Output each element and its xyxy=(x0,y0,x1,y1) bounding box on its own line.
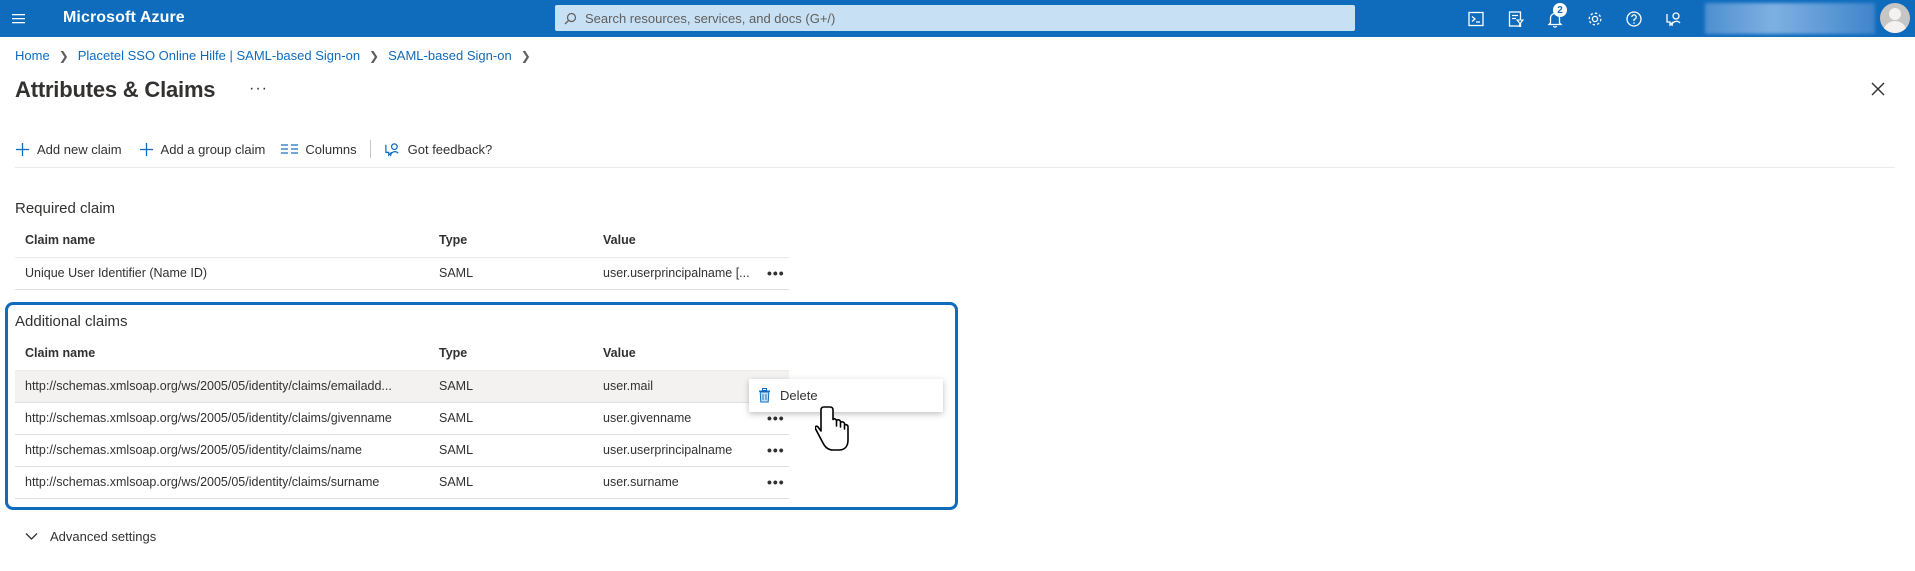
delete-label: Delete xyxy=(780,388,818,403)
claim-type-cell: SAML xyxy=(429,370,593,403)
plus-icon xyxy=(139,142,153,156)
toolbar-separator xyxy=(15,167,1895,168)
add-group-claim-label: Add a group claim xyxy=(160,141,266,157)
add-new-claim-button[interactable]: Add new claim xyxy=(15,142,122,157)
table-header-row: Claim name Type Value xyxy=(15,224,789,258)
required-claim-title: Required claim xyxy=(15,200,116,217)
feedback-label: Got feedback? xyxy=(407,141,493,157)
table-row[interactable]: http://schemas.xmlsoap.org/ws/2005/05/id… xyxy=(15,370,789,403)
close-icon[interactable] xyxy=(1869,80,1887,98)
cloud-shell-icon[interactable] xyxy=(1465,8,1487,30)
table-header-row: Claim name Type Value xyxy=(15,337,789,371)
claim-value-cell: user.givenname xyxy=(593,402,757,435)
claim-type-cell: SAML xyxy=(429,466,593,499)
toolbar-divider xyxy=(369,140,371,158)
additional-claims-table: Claim name Type Value http://schemas.xml… xyxy=(15,337,789,499)
trash-icon xyxy=(759,388,770,403)
column-header-type[interactable]: Type xyxy=(429,224,593,258)
gear-icon[interactable] xyxy=(1584,8,1606,30)
additional-claims-title: Additional claims xyxy=(15,313,128,330)
table-row[interactable]: Unique User Identifier (Name ID) SAML us… xyxy=(15,257,789,290)
column-header-value[interactable]: Value xyxy=(593,337,757,371)
breadcrumb-saml-signon[interactable]: SAML-based Sign-on xyxy=(388,48,512,63)
chevron-right-icon: ❯ xyxy=(520,48,531,63)
feedback-icon[interactable] xyxy=(1663,8,1685,30)
row-more-icon[interactable]: ••• xyxy=(767,474,785,490)
top-navigation-bar: Microsoft Azure 2 xyxy=(0,0,1915,37)
breadcrumb: Home ❯ Placetel SSO Online Hilfe | SAML-… xyxy=(15,48,540,63)
claim-value-cell: user.surname xyxy=(593,466,757,499)
breadcrumb-app[interactable]: Placetel SSO Online Hilfe | SAML-based S… xyxy=(78,48,360,63)
claim-value-cell: user.userprincipalname [... xyxy=(593,257,757,290)
avatar[interactable] xyxy=(1880,3,1910,33)
chevron-right-icon: ❯ xyxy=(58,48,69,63)
help-icon[interactable] xyxy=(1623,8,1645,30)
columns-button[interactable]: Columns xyxy=(281,141,357,157)
advanced-settings-label: Advanced settings xyxy=(50,529,157,544)
table-row[interactable]: http://schemas.xmlsoap.org/ws/2005/05/id… xyxy=(15,434,789,467)
add-new-claim-label: Add new claim xyxy=(37,141,122,157)
claim-value-cell: user.userprincipalname xyxy=(593,434,757,467)
row-more-icon[interactable]: ••• xyxy=(767,442,785,458)
column-header-type[interactable]: Type xyxy=(429,337,593,371)
table-row[interactable]: http://schemas.xmlsoap.org/ws/2005/05/id… xyxy=(15,466,789,499)
feedback-button[interactable]: Got feedback? xyxy=(384,141,493,158)
global-search[interactable] xyxy=(555,5,1355,31)
portal-brand[interactable]: Microsoft Azure xyxy=(63,9,185,27)
chevron-right-icon: ❯ xyxy=(369,48,380,63)
claim-type-cell: SAML xyxy=(429,434,593,467)
search-icon xyxy=(564,12,577,24)
feedback-icon xyxy=(384,142,399,157)
table-row[interactable]: http://schemas.xmlsoap.org/ws/2005/05/id… xyxy=(15,402,789,435)
page-title: Attributes & Claims xyxy=(15,77,216,102)
column-header-claim-name[interactable]: Claim name xyxy=(15,224,429,258)
chevron-down-icon xyxy=(25,533,38,540)
columns-label: Columns xyxy=(305,141,357,157)
row-more-icon[interactable]: ••• xyxy=(767,265,785,281)
more-options-button[interactable]: ··· xyxy=(249,80,268,98)
hamburger-menu-icon[interactable] xyxy=(9,9,28,28)
advanced-settings-toggle[interactable]: Advanced settings xyxy=(25,529,156,544)
column-header-value[interactable]: Value xyxy=(593,224,757,258)
claim-name-cell[interactable]: http://schemas.xmlsoap.org/ws/2005/05/id… xyxy=(15,466,429,499)
claim-name-cell[interactable]: http://schemas.xmlsoap.org/ws/2005/05/id… xyxy=(15,434,429,467)
plus-icon xyxy=(16,142,29,156)
required-claim-table: Claim name Type Value Unique User Identi… xyxy=(15,224,789,290)
directory-filter-icon[interactable] xyxy=(1505,8,1527,30)
search-input[interactable] xyxy=(585,10,1325,26)
add-group-claim-button[interactable]: Add a group claim xyxy=(139,141,266,157)
claim-type-cell: SAML xyxy=(429,257,593,290)
command-bar: Add new claim Add a group claim Columns … xyxy=(15,139,492,159)
notification-count-badge: 2 xyxy=(1553,3,1567,17)
claim-name-cell[interactable]: http://schemas.xmlsoap.org/ws/2005/05/id… xyxy=(15,370,429,403)
claim-value-cell: user.mail xyxy=(593,370,757,403)
account-info-redacted[interactable] xyxy=(1705,3,1875,34)
column-header-claim-name[interactable]: Claim name xyxy=(15,337,429,371)
claim-name-cell[interactable]: http://schemas.xmlsoap.org/ws/2005/05/id… xyxy=(15,402,429,435)
hand-cursor-icon xyxy=(815,406,849,451)
breadcrumb-home[interactable]: Home xyxy=(15,48,50,63)
claim-name-cell[interactable]: Unique User Identifier (Name ID) xyxy=(15,257,429,290)
claim-type-cell: SAML xyxy=(429,402,593,435)
columns-icon xyxy=(281,143,299,154)
row-more-icon[interactable]: ••• xyxy=(767,410,785,426)
